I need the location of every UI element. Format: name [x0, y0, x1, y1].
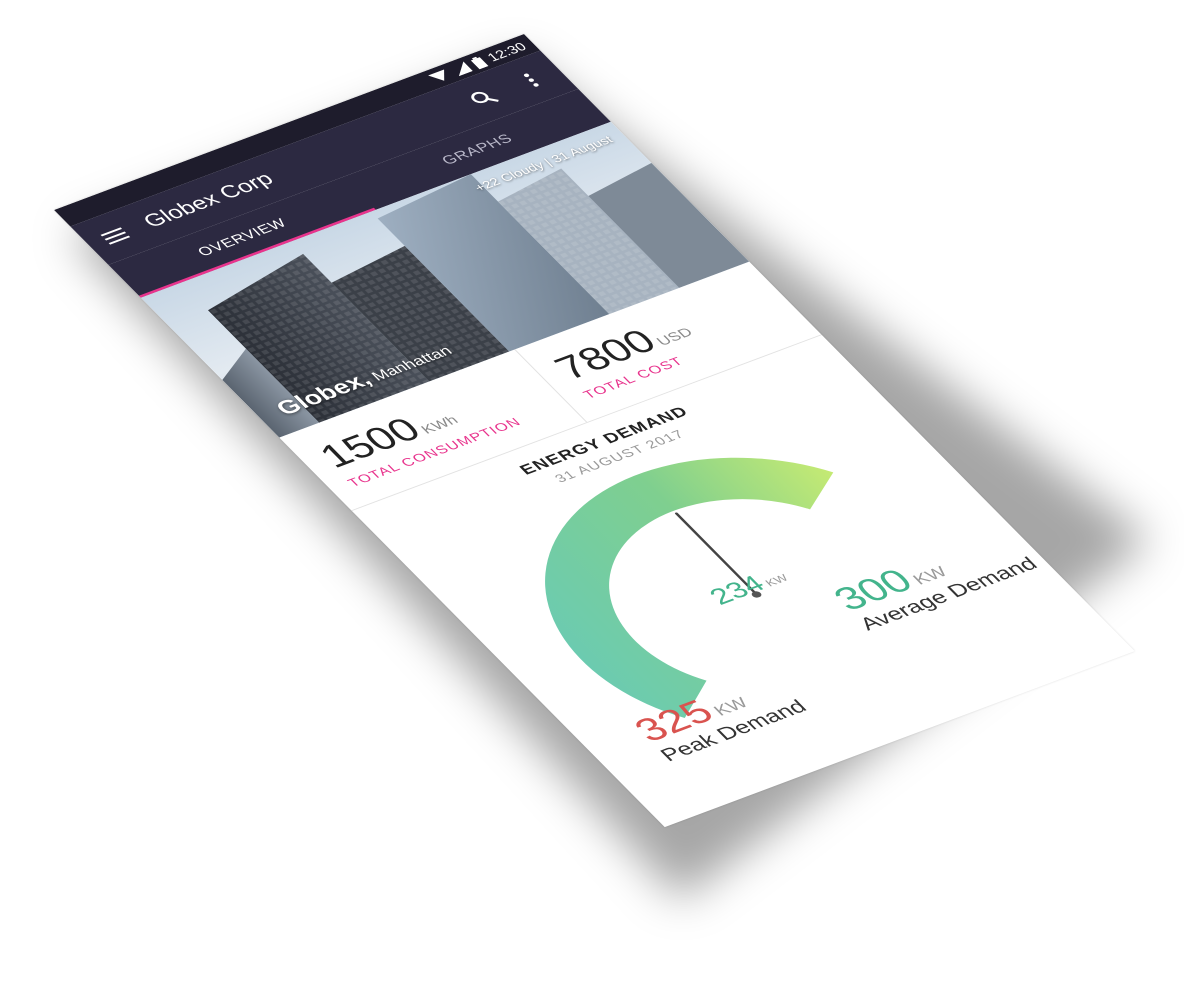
scene: 12:30 Globex Corp OVERVIEW GRAPHS +22 Cl… — [0, 0, 1184, 981]
search-icon[interactable] — [463, 85, 503, 110]
menu-icon[interactable] — [95, 223, 135, 248]
more-vert-icon[interactable] — [513, 68, 549, 92]
current-demand-unit: KW — [762, 571, 792, 589]
battery-icon — [470, 56, 489, 70]
wifi-icon — [428, 69, 445, 81]
signal-icon — [458, 61, 473, 77]
consumption-unit: KWh — [417, 413, 462, 437]
cost-unit: USD — [653, 325, 697, 349]
